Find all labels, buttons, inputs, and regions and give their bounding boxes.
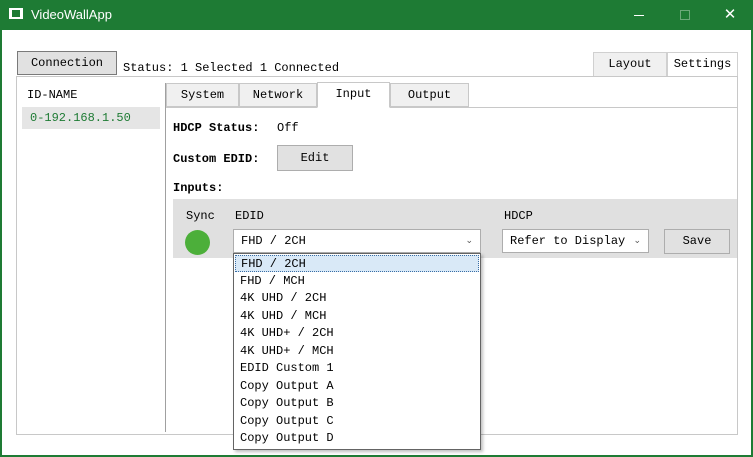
edid-option[interactable]: Copy Output A [235, 378, 479, 395]
edid-dropdown-list: FHD / 2CH FHD / MCH 4K UHD / 2CH 4K UHD … [233, 253, 481, 450]
minimize-icon [634, 15, 644, 16]
sidebar-divider [165, 83, 166, 432]
tab-layout[interactable]: Layout [593, 52, 667, 76]
edid-option[interactable]: FHD / 2CH [235, 255, 479, 272]
app-icon [9, 8, 23, 19]
chevron-down-icon: ⌄ [465, 236, 473, 246]
tab-output[interactable]: Output [390, 83, 469, 107]
edid-option[interactable]: Copy Output D [235, 430, 479, 447]
edid-option[interactable]: 4K UHD+ / 2CH [235, 325, 479, 342]
connection-button[interactable]: Connection [17, 51, 117, 75]
tab-input[interactable]: Input [317, 82, 390, 108]
edid-option[interactable]: FHD / MCH [235, 273, 479, 290]
sidebar-header: ID-NAME [27, 88, 78, 102]
hdcp-status-value: Off [277, 121, 299, 135]
edid-select[interactable]: FHD / 2CH ⌄ [233, 229, 481, 253]
edid-selected-value: FHD / 2CH [241, 234, 306, 248]
chevron-down-icon: ⌄ [633, 236, 641, 246]
subtab-baseline [166, 107, 738, 108]
tab-system[interactable]: System [166, 83, 239, 107]
edid-option[interactable]: 4K UHD+ / MCH [235, 343, 479, 360]
hdcp-header: HDCP [504, 209, 533, 223]
maximize-button[interactable] [662, 0, 708, 30]
title-bar: VideoWallApp ✕ [0, 0, 753, 30]
tab-network[interactable]: Network [239, 83, 317, 107]
close-icon: ✕ [723, 6, 737, 23]
hdcp-selected-value: Refer to Display [510, 234, 626, 248]
custom-edid-label: Custom EDID: [173, 152, 260, 166]
inputs-label: Inputs: [173, 181, 224, 195]
close-button[interactable]: ✕ [707, 0, 753, 30]
edid-option[interactable]: EDID Custom 1 [235, 360, 479, 377]
tab-settings[interactable]: Settings [667, 52, 738, 76]
edid-option[interactable]: Copy Output B [235, 395, 479, 412]
window-title: VideoWallApp [31, 7, 112, 22]
edid-option[interactable]: Copy Output C [235, 413, 479, 430]
maximize-icon [680, 10, 690, 20]
minimize-button[interactable] [616, 0, 662, 30]
edid-option[interactable]: 4K UHD / MCH [235, 308, 479, 325]
device-list-item[interactable]: 0-192.168.1.50 [22, 107, 160, 129]
hdcp-select[interactable]: Refer to Display ⌄ [502, 229, 649, 253]
sync-header: Sync [186, 209, 215, 223]
status-text: Status: 1 Selected 1 Connected [123, 61, 340, 75]
edit-edid-button[interactable]: Edit [277, 145, 353, 171]
hdcp-status-label: HDCP Status: [173, 121, 260, 135]
sync-indicator [185, 230, 210, 255]
edid-option[interactable]: 4K UHD / 2CH [235, 290, 479, 307]
save-button[interactable]: Save [664, 229, 730, 254]
edid-header: EDID [235, 209, 264, 223]
